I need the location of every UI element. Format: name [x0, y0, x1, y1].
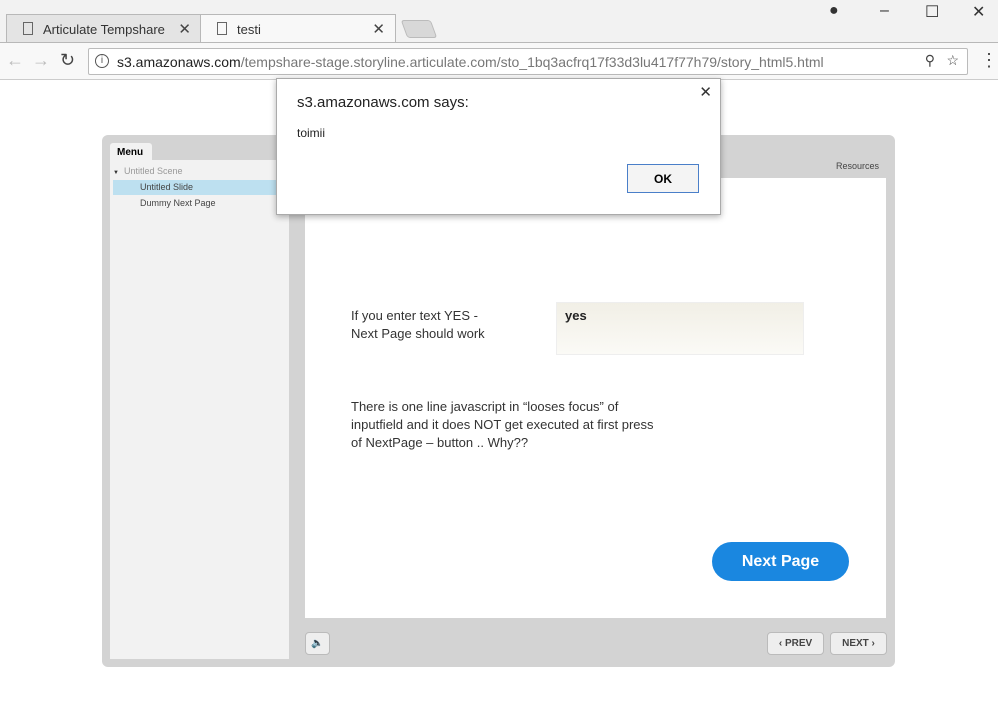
- close-window-button[interactable]: ✕: [972, 2, 985, 22]
- back-icon[interactable]: ←: [6, 50, 24, 71]
- maximize-button[interactable]: ☐: [925, 2, 939, 22]
- browser-toolbar: ← → ↻ i s3.amazonaws.com/tempshare-stage…: [0, 42, 998, 80]
- document-icon: [217, 22, 227, 35]
- close-tab-icon[interactable]: ✕: [372, 20, 385, 38]
- url-path: /tempshare-stage.storyline.articulate.co…: [240, 54, 824, 70]
- menu-item-untitled-slide[interactable]: Untitled Slide: [113, 180, 276, 195]
- menu-item-dummy-next-page[interactable]: Dummy Next Page: [113, 196, 276, 211]
- document-icon: [23, 22, 33, 35]
- zoom-icon[interactable]: ⚲: [925, 52, 935, 69]
- reload-icon[interactable]: ↻: [60, 50, 75, 71]
- dialog-message: toimii: [297, 126, 326, 140]
- url-host: s3.amazonaws.com: [117, 54, 241, 70]
- tab-label: testi: [237, 22, 261, 37]
- speaker-icon: 🔈: [311, 638, 324, 649]
- ok-button[interactable]: OK: [627, 164, 699, 193]
- note-text: There is one line javascript in “looses …: [351, 399, 654, 450]
- menu-item-label: Untitled Scene: [123, 166, 183, 176]
- answer-input[interactable]: yes: [556, 302, 804, 355]
- bookmark-star-icon[interactable]: ☆: [946, 52, 959, 69]
- new-tab-button[interactable]: [400, 20, 438, 38]
- resources-tab[interactable]: Resources: [836, 161, 879, 171]
- close-icon[interactable]: ✕: [699, 83, 712, 101]
- tab-bar: Articulate Tempshare ✕ testi ✕ ● – ☐ ✕: [0, 0, 998, 42]
- minimize-button[interactable]: –: [880, 2, 889, 20]
- address-bar[interactable]: i s3.amazonaws.com/tempshare-stage.story…: [88, 48, 968, 75]
- tab-label: Articulate Tempshare: [43, 22, 165, 37]
- tab-articulate-tempshare[interactable]: Articulate Tempshare ✕: [6, 14, 202, 42]
- prev-button[interactable]: ‹ PREV: [767, 632, 824, 655]
- tab-testi[interactable]: testi ✕: [200, 14, 396, 42]
- prompt-text: If you enter text YES - Next Page should …: [351, 308, 485, 341]
- profile-icon[interactable]: ●: [829, 2, 839, 20]
- close-tab-icon[interactable]: ✕: [178, 20, 191, 38]
- info-icon[interactable]: i: [95, 54, 109, 68]
- next-page-button[interactable]: Next Page: [712, 542, 849, 581]
- next-button[interactable]: NEXT ›: [830, 632, 887, 655]
- volume-button[interactable]: 🔈: [305, 632, 330, 655]
- forward-icon[interactable]: →: [32, 50, 50, 71]
- alert-dialog: s3.amazonaws.com says: toimii ✕ OK: [276, 78, 721, 215]
- triangle-down-icon: ▼: [113, 170, 119, 176]
- dialog-title: s3.amazonaws.com says:: [297, 94, 469, 111]
- menu-scene-untitled[interactable]: ▼ Untitled Scene: [113, 164, 276, 179]
- menu-sidebar: [110, 160, 289, 659]
- menu-kebab-icon[interactable]: ⋮: [980, 50, 998, 71]
